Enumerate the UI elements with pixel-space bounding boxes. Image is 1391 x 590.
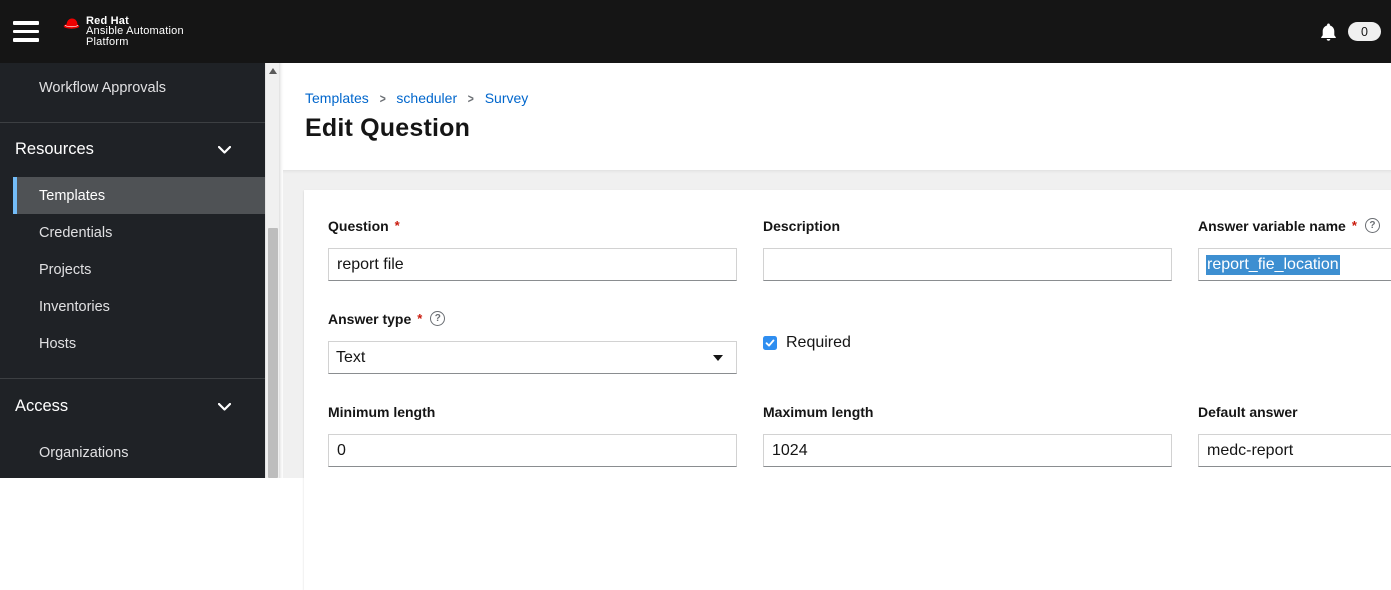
selected-text: report_fie_location [1206,254,1340,275]
answer-variable-name-input[interactable]: report_fie_location [1198,248,1391,281]
spacer-cell [1198,311,1391,374]
content-panel: Question * Description Answer variable n… [283,170,1391,590]
question-input[interactable] [328,248,737,281]
answer-variable-name-label: Answer variable name * ? [1198,218,1391,235]
breadcrumb-link-survey[interactable]: Survey [485,90,529,106]
breadcrumb: Templates > scheduler > Survey [305,90,1391,106]
breadcrumb-link-templates[interactable]: Templates [305,90,369,106]
default-answer-label: Default answer [1198,404,1298,420]
required-field-group: Required [763,311,1172,374]
sidebar-item-workflow-approvals[interactable]: Workflow Approvals [0,69,265,106]
sidebar-item-organizations[interactable]: Organizations [0,434,265,471]
breadcrumb-separator-icon: > [467,90,474,106]
nav-label: Access [15,397,69,415]
brand-product-line2: Platform [86,35,129,48]
minimum-length-label: Minimum length [328,404,436,420]
sidebar-item-projects[interactable]: Projects [0,251,265,288]
brand-logo: Red Hat Ansible Automation Platform [63,16,184,48]
sidebar-group-access[interactable]: Access [0,388,265,425]
question-label: Question * [328,218,400,234]
sidebar-group-resources[interactable]: Resources [0,131,265,168]
notifications-bell-icon[interactable] [1320,23,1337,41]
answer-type-select[interactable]: Text [328,341,737,374]
nav-label: Credentials [39,224,113,241]
main-content: Templates > scheduler > Survey Edit Ques… [279,63,1391,590]
redhat-fedora-icon [63,18,80,29]
minimum-length-field-group: Minimum length [328,404,737,467]
caret-down-icon [713,354,723,361]
nav-label: Hosts [39,335,77,352]
description-label: Description [763,218,841,234]
nav-label: Inventories [39,298,110,315]
required-asterisk: * [1351,218,1357,233]
breadcrumb-separator-icon: > [379,90,386,106]
maximum-length-field-group: Maximum length [763,404,1172,467]
required-checkbox-label[interactable]: Required [786,334,851,352]
sidebar-divider [0,378,265,379]
answer-type-selected-value: Text [336,348,366,366]
required-asterisk: * [394,218,400,233]
scrollbar-thumb[interactable] [268,228,278,478]
answer-type-field-group: Answer type * ? Text [328,311,737,374]
chevron-down-icon [218,402,231,411]
question-field-group: Question * [328,218,737,281]
sidebar-item-credentials[interactable]: Credentials [0,214,265,251]
breadcrumb-link-scheduler[interactable]: scheduler [396,90,457,106]
description-field-group: Description [763,218,1172,281]
hamburger-menu-icon[interactable] [13,21,39,42]
help-icon[interactable]: ? [1364,218,1380,233]
help-icon[interactable]: ? [430,311,446,326]
sidebar-nav: Workflow Approvals Resources Templates C… [0,63,265,478]
required-checkbox[interactable] [763,336,777,350]
sidebar-item-templates[interactable]: Templates [13,177,265,214]
sidebar-item-inventories[interactable]: Inventories [0,288,265,325]
answer-type-label: Answer type * ? [328,311,737,328]
maximum-length-label: Maximum length [763,404,874,420]
notifications-count-badge[interactable]: 0 [1348,22,1381,41]
nav-label: Organizations [39,444,129,461]
sidebar-divider [0,122,265,123]
minimum-length-input[interactable] [328,434,737,467]
scrollbar-up-arrow-icon[interactable] [269,68,277,74]
default-answer-input[interactable] [1198,434,1391,467]
default-answer-field-group: Default answer [1198,404,1391,467]
nav-label: Templates [39,187,106,204]
nav-label: Workflow Approvals [39,79,167,96]
answer-variable-name-field-group: Answer variable name * ? report_fie_loca… [1198,218,1391,281]
required-asterisk: * [417,311,423,326]
page-title: Edit Question [305,114,471,142]
chevron-down-icon [218,145,231,154]
sidebar-scrollbar[interactable] [265,63,279,478]
sidebar-item-hosts[interactable]: Hosts [0,325,265,362]
nav-label: Projects [39,261,92,278]
top-header: Red Hat Ansible Automation Platform 0 [0,0,1391,63]
edit-question-form-card: Question * Description Answer variable n… [304,190,1391,590]
maximum-length-input[interactable] [763,434,1172,467]
nav-label: Resources [15,140,94,158]
description-input[interactable] [763,248,1172,281]
